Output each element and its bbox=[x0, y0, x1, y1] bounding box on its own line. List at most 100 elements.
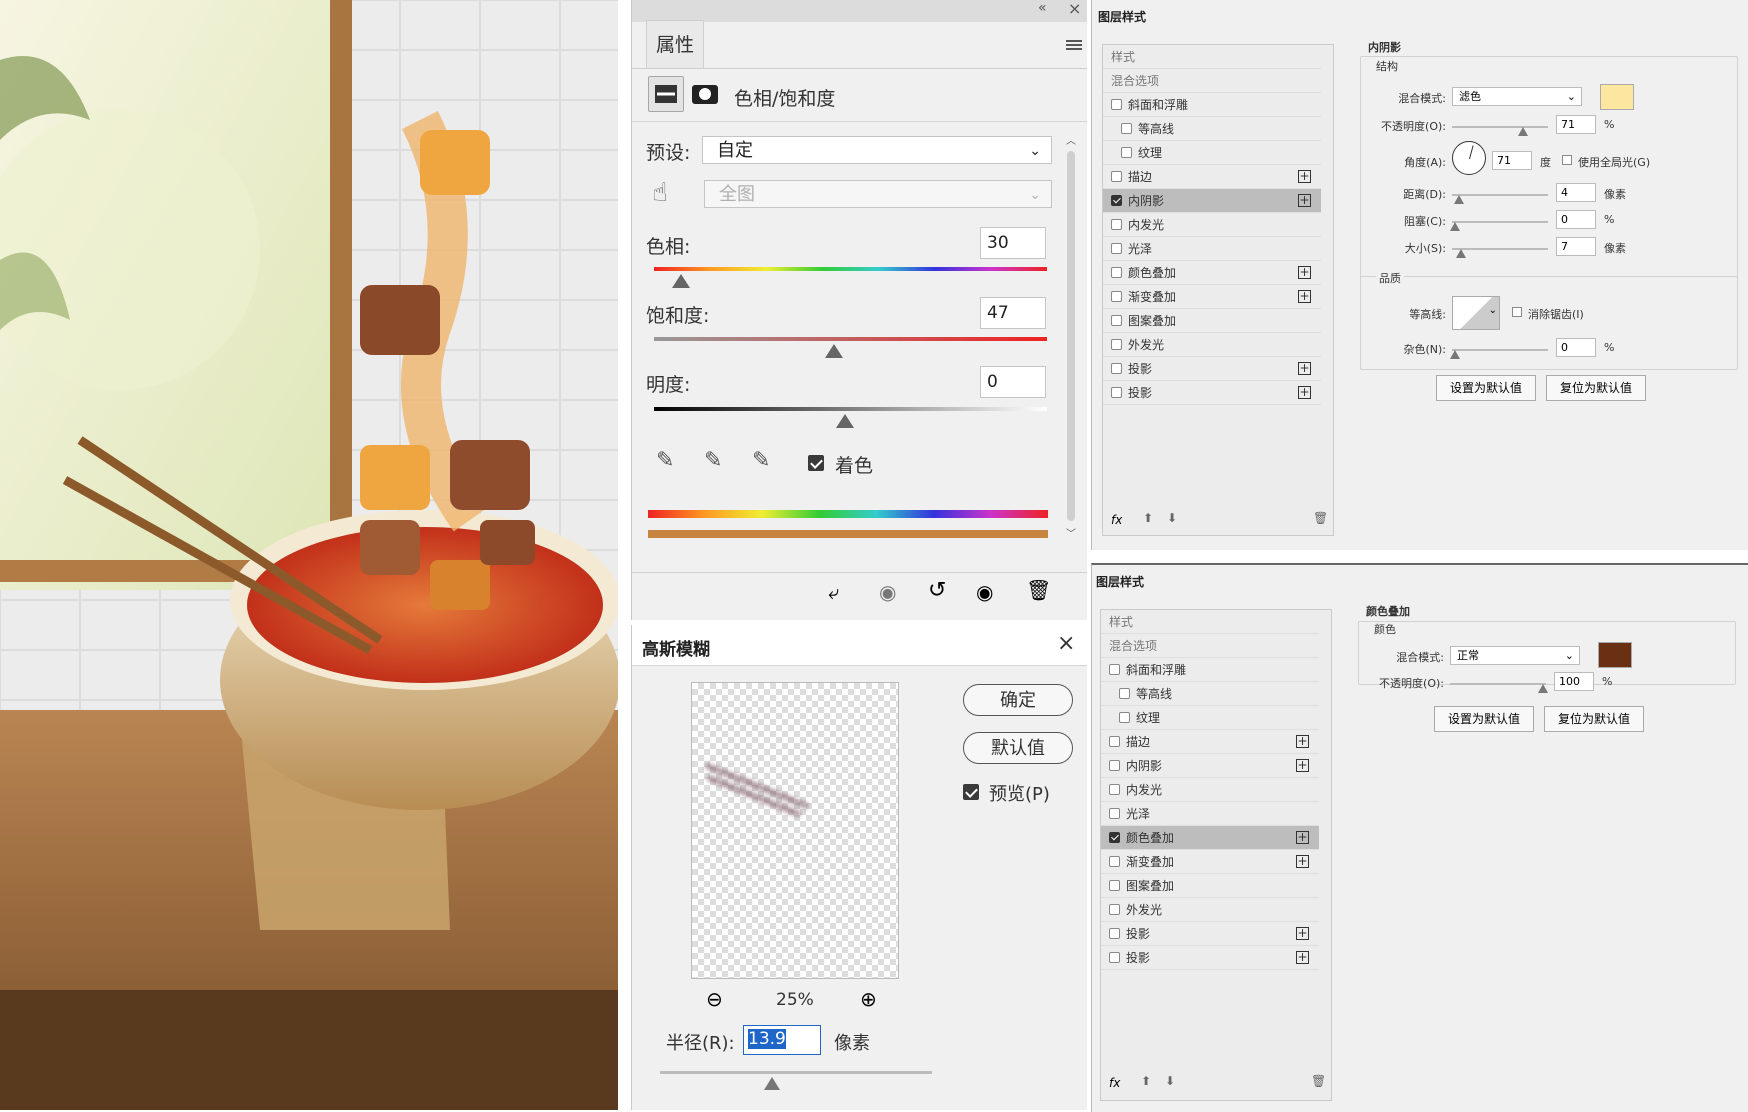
style-item[interactable]: 描边 + bbox=[1103, 165, 1321, 189]
collapse-icon[interactable]: « bbox=[1038, 0, 1047, 16]
size-slider-thumb[interactable] bbox=[1456, 249, 1466, 258]
style-checkbox[interactable] bbox=[1121, 147, 1132, 158]
eyedropper-minus-icon[interactable]: ✎ bbox=[752, 448, 770, 473]
move-down-icon[interactable]: ⬇ bbox=[1165, 1074, 1175, 1088]
colorize-checkbox[interactable] bbox=[808, 455, 824, 471]
style-checkbox[interactable] bbox=[1111, 243, 1122, 254]
lightness-slider-track[interactable] bbox=[654, 407, 1047, 411]
distance-slider-thumb[interactable] bbox=[1454, 195, 1464, 204]
add-style-icon[interactable]: + bbox=[1298, 386, 1311, 399]
hue-input[interactable]: 30 bbox=[980, 227, 1046, 259]
style-item[interactable]: 描边 + bbox=[1101, 730, 1319, 754]
tab-properties[interactable]: 属性 bbox=[646, 20, 704, 69]
style-checkbox[interactable] bbox=[1121, 123, 1132, 134]
style-item[interactable]: 颜色叠加 + bbox=[1101, 826, 1319, 850]
close-icon[interactable]: × bbox=[1068, 0, 1081, 18]
eyedropper-icon[interactable]: ✎ bbox=[656, 448, 674, 473]
choke-slider[interactable] bbox=[1452, 221, 1548, 223]
add-style-icon[interactable]: + bbox=[1296, 951, 1309, 964]
style-item[interactable]: 图案叠加 bbox=[1103, 309, 1321, 333]
fx-icon[interactable]: fx bbox=[1111, 513, 1122, 527]
lightness-input[interactable]: 0 bbox=[980, 366, 1046, 398]
reset-icon[interactable]: ↺ bbox=[928, 578, 946, 603]
lightness-slider-thumb[interactable] bbox=[836, 414, 854, 428]
move-up-icon[interactable]: ⬆ bbox=[1143, 511, 1153, 525]
style-checkbox[interactable] bbox=[1109, 808, 1120, 819]
size-input[interactable]: 7 bbox=[1556, 237, 1596, 256]
default-button[interactable]: 默认值 bbox=[963, 732, 1073, 764]
style-checkbox[interactable] bbox=[1111, 171, 1122, 182]
hand-target-icon[interactable]: ☝ bbox=[652, 178, 668, 208]
style-item[interactable]: 投影 + bbox=[1103, 381, 1321, 405]
antialias-checkbox[interactable] bbox=[1512, 307, 1522, 317]
style-item[interactable]: 纹理 bbox=[1103, 141, 1321, 165]
style-item[interactable]: 颜色叠加 + bbox=[1103, 261, 1321, 285]
close-icon[interactable]: × bbox=[1057, 631, 1075, 656]
distance-slider[interactable] bbox=[1452, 194, 1548, 196]
style-item[interactable]: 投影 + bbox=[1101, 946, 1319, 970]
style-item[interactable]: 外发光 bbox=[1101, 898, 1319, 922]
radius-slider-track[interactable] bbox=[660, 1071, 932, 1074]
style-checkbox[interactable] bbox=[1111, 387, 1122, 398]
style-item[interactable]: 斜面和浮雕 bbox=[1101, 658, 1319, 682]
set-default-button[interactable]: 设置为默认值 bbox=[1434, 706, 1534, 732]
adjustment-icon[interactable] bbox=[648, 76, 684, 112]
add-style-icon[interactable]: + bbox=[1298, 362, 1311, 375]
move-up-icon[interactable]: ⬆ bbox=[1141, 1074, 1151, 1088]
style-checkbox[interactable] bbox=[1109, 760, 1120, 771]
style-item[interactable]: 光泽 bbox=[1101, 802, 1319, 826]
style-item[interactable]: 等高线 bbox=[1101, 682, 1319, 706]
style-item[interactable]: 样式 bbox=[1103, 45, 1321, 69]
add-style-icon[interactable]: + bbox=[1298, 170, 1311, 183]
style-item[interactable]: 内发光 bbox=[1103, 213, 1321, 237]
style-checkbox[interactable] bbox=[1109, 880, 1120, 891]
hue-slider-track[interactable] bbox=[654, 267, 1047, 271]
radius-slider-thumb[interactable] bbox=[764, 1077, 780, 1090]
eyedropper-plus-icon[interactable]: ✎ bbox=[704, 448, 722, 473]
style-checkbox[interactable] bbox=[1109, 832, 1120, 843]
style-item[interactable]: 渐变叠加 + bbox=[1103, 285, 1321, 309]
style-item[interactable]: 混合选项 bbox=[1101, 634, 1319, 658]
saturation-slider-track[interactable] bbox=[654, 337, 1047, 341]
trash-icon[interactable]: 🗑 bbox=[1313, 511, 1328, 525]
view-previous-icon[interactable]: ◉ bbox=[879, 580, 896, 604]
reset-default-button[interactable]: 复位为默认值 bbox=[1544, 706, 1644, 732]
set-default-button[interactable]: 设置为默认值 bbox=[1436, 375, 1536, 401]
clip-to-layer-icon[interactable]: ⤶ bbox=[828, 580, 839, 604]
style-checkbox[interactable] bbox=[1111, 219, 1122, 230]
style-checkbox[interactable] bbox=[1109, 904, 1120, 915]
style-item[interactable]: 渐变叠加 + bbox=[1101, 850, 1319, 874]
opacity-input[interactable]: 71 bbox=[1556, 115, 1596, 134]
add-style-icon[interactable]: + bbox=[1296, 927, 1309, 940]
choke-slider-thumb[interactable] bbox=[1450, 222, 1460, 231]
scrollbar[interactable]: ︿ ﹀ bbox=[1064, 132, 1078, 564]
style-checkbox[interactable] bbox=[1111, 195, 1122, 206]
style-item[interactable]: 内阴影 + bbox=[1103, 189, 1321, 213]
style-item[interactable]: 内发光 bbox=[1101, 778, 1319, 802]
choke-input[interactable]: 0 bbox=[1556, 210, 1596, 229]
add-style-icon[interactable]: + bbox=[1298, 290, 1311, 303]
noise-slider-thumb[interactable] bbox=[1450, 350, 1460, 359]
noise-input[interactable]: 0 bbox=[1556, 338, 1596, 357]
color-swatch[interactable] bbox=[1600, 84, 1634, 110]
angle-input[interactable]: 71 bbox=[1492, 151, 1532, 170]
style-checkbox[interactable] bbox=[1109, 928, 1120, 939]
style-item[interactable]: 外发光 bbox=[1103, 333, 1321, 357]
mask-icon[interactable] bbox=[692, 85, 718, 104]
preview-checkbox[interactable] bbox=[963, 784, 979, 800]
angle-dial[interactable] bbox=[1452, 141, 1486, 175]
style-item[interactable]: 斜面和浮雕 bbox=[1103, 93, 1321, 117]
blend-mode-select[interactable]: 正常 ⌄ bbox=[1450, 646, 1580, 665]
style-checkbox[interactable] bbox=[1119, 688, 1130, 699]
style-item[interactable]: 图案叠加 bbox=[1101, 874, 1319, 898]
visibility-eye-icon[interactable]: ◉ bbox=[976, 580, 993, 604]
style-checkbox[interactable] bbox=[1109, 784, 1120, 795]
add-style-icon[interactable]: + bbox=[1296, 735, 1309, 748]
panel-menu-icon[interactable] bbox=[1066, 40, 1082, 52]
channel-dropdown[interactable]: 全图 ⌄ bbox=[704, 180, 1052, 208]
style-item[interactable]: 混合选项 bbox=[1103, 69, 1321, 93]
add-style-icon[interactable]: + bbox=[1298, 266, 1311, 279]
add-style-icon[interactable]: + bbox=[1296, 855, 1309, 868]
blend-mode-select[interactable]: 滤色 ⌄ bbox=[1452, 87, 1582, 106]
radius-input[interactable]: 13.9 bbox=[743, 1025, 821, 1055]
